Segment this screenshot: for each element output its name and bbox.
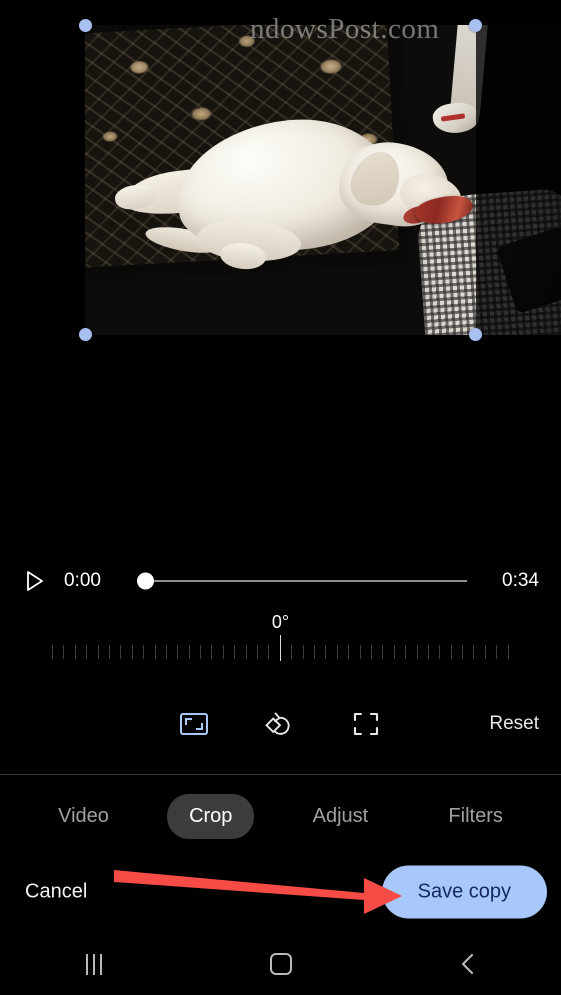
ruler-tick [52,645,53,659]
ruler-tick [313,645,315,659]
ruler-tick [405,645,407,659]
ruler-tick [63,645,65,659]
ruler-tick [336,645,338,659]
ruler-tick [245,645,247,659]
play-button[interactable] [22,568,48,594]
tab-video[interactable]: Video [36,794,131,839]
aspect-ratio-button[interactable] [166,701,222,747]
ruler-tick [291,645,293,659]
ruler-tick [200,645,202,659]
ruler-tick [257,645,259,659]
ruler-tick [450,645,452,659]
reset-button[interactable]: Reset [489,713,539,735]
rotate-icon [265,712,290,735]
rotate-button[interactable] [252,701,308,747]
ruler-tick [177,645,179,659]
back-chevron-icon [461,953,473,975]
fit-frame-button[interactable] [338,701,394,747]
ruler-tick [154,645,156,659]
ruler-tick [484,645,486,659]
ruler-tick [348,645,350,659]
seek-track [138,580,467,582]
video-image [85,25,561,335]
ruler-tick [211,645,213,659]
ruler-tick [359,645,361,659]
recents-button[interactable] [59,942,129,986]
ruler-tick [302,645,304,659]
recents-icon [85,953,102,975]
seek-slider[interactable] [137,568,467,594]
android-navigation-bar [0,933,561,995]
watermark-text: ndowsPost.com [250,13,440,45]
total-time-label: 0:34 [502,570,539,591]
ruler-tick [222,645,224,659]
fit-frame-icon [353,712,379,736]
ruler-tick [234,645,236,659]
ruler-tick [268,645,270,659]
ruler-tick [462,645,464,659]
ruler-tick [188,645,190,659]
editor-tabs: Video Crop Adjust Filters [0,788,561,844]
tab-filters[interactable]: Filters [426,794,524,839]
save-copy-button[interactable]: Save copy [381,865,547,919]
angle-label: 0° [271,612,290,632]
home-icon [269,953,292,975]
current-time-label: 0:00 [64,570,101,591]
ruler-tick [108,645,110,659]
ruler-tick [393,645,395,659]
playback-controls: 0:00 0:34 [0,560,561,602]
ruler-tick [165,645,167,659]
rotation-control[interactable]: 0° [0,612,561,682]
home-button[interactable] [246,942,316,986]
ruler-tick [439,645,441,659]
section-divider [0,774,561,775]
ruler-tick [370,645,372,659]
ruler-tick-center [279,635,281,661]
back-button[interactable] [433,942,503,986]
cancel-button[interactable]: Cancel [25,881,87,904]
ruler-tick [382,645,384,659]
action-bar: Cancel Save copy [0,858,561,926]
tab-crop[interactable]: Crop [167,793,255,839]
media-preview-area[interactable]: ndowsPost.com [0,0,561,550]
ruler-tick [507,645,509,659]
editor-screen: ndowsPost.com 0:00 0:34 0° Reset Video C… [0,0,561,995]
crop-dim-overlay [476,25,561,335]
rotation-ruler[interactable] [52,635,509,677]
aspect-ratio-icon [180,713,208,735]
play-triangle-icon [27,571,43,591]
ruler-tick [325,645,327,659]
ruler-tick [74,645,76,659]
ruler-tick [131,645,133,659]
ruler-tick [427,645,429,659]
ruler-tick [143,645,145,659]
video-frame [85,25,561,335]
ruler-tick [86,645,88,659]
ruler-tick [416,645,418,659]
ruler-tick [473,645,475,659]
ruler-tick [97,645,99,659]
ruler-tick [496,645,498,659]
ruler-tick [120,645,122,659]
crop-tools-row: Reset [0,695,561,753]
tab-adjust[interactable]: Adjust [291,794,391,839]
seek-thumb[interactable] [137,572,154,590]
